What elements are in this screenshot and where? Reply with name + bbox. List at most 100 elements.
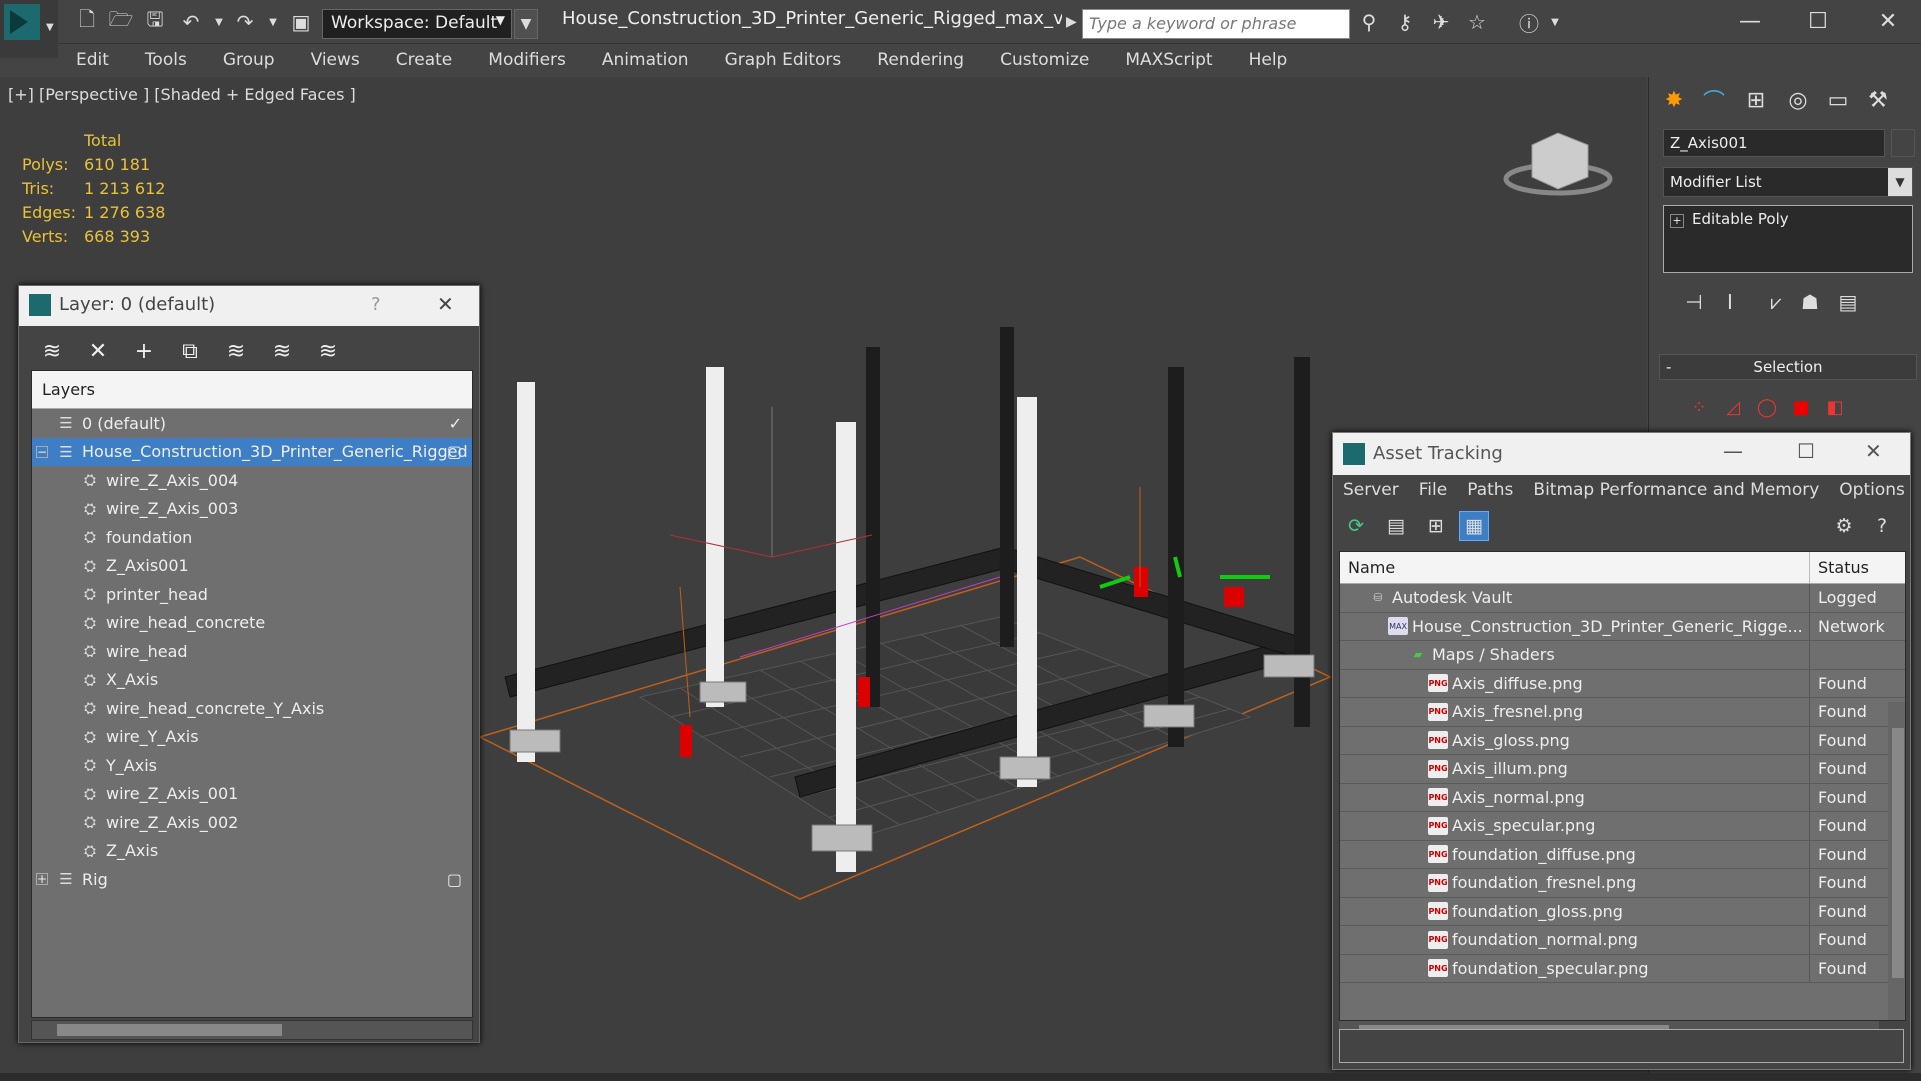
workspace-selector[interactable]: Workspace: Default ▼ (322, 9, 512, 39)
menu-maxscript[interactable]: MAXScript (1107, 50, 1230, 70)
utilities-tab-icon[interactable]: ⚒ (1861, 83, 1895, 117)
asset-row[interactable]: PNG Axis_normal.png Found (1340, 783, 1905, 812)
layer-row[interactable]: ⛭ X_Axis (32, 666, 472, 695)
selection-rollout-header[interactable]: - Selection (1659, 354, 1917, 380)
asset-row[interactable]: ⛁ Autodesk Vault Logged (1340, 584, 1905, 613)
redo-icon[interactable]: ↷ (230, 7, 260, 37)
asset-row[interactable]: PNG foundation_specular.png Found (1340, 954, 1905, 983)
tree-view-icon[interactable]: ⊞ (1421, 511, 1451, 541)
menu-customize[interactable]: Customize (982, 50, 1107, 70)
layer-row[interactable]: ⛭ wire_Z_Axis_004 (32, 466, 472, 495)
remove-modifier-icon[interactable]: ☗ (1795, 287, 1825, 317)
menu-animation[interactable]: Animation (584, 50, 707, 70)
close-button[interactable]: ✕ (1865, 439, 1882, 463)
modify-tab-icon[interactable]: ⌒ (1697, 83, 1731, 117)
asset-row[interactable]: PNG foundation_diffuse.png Found (1340, 840, 1905, 869)
set-current-layer-icon[interactable]: ▢ (447, 442, 462, 461)
select-layer-icon[interactable]: ≋ (221, 336, 251, 366)
open-file-icon[interactable]: 🗁 (106, 7, 136, 37)
menu-paths[interactable]: Paths (1457, 480, 1523, 500)
minimize-button[interactable]: — (1723, 439, 1743, 463)
asset-row[interactable]: PNG foundation_fresnel.png Found (1340, 869, 1905, 898)
app-logo-icon[interactable]: ▼ (0, 0, 58, 58)
asset-path-field[interactable] (1339, 1029, 1904, 1063)
undo-icon[interactable]: ↶ (176, 7, 206, 37)
save-icon[interactable]: 🖫 (140, 7, 170, 37)
menu-server[interactable]: Server (1333, 480, 1409, 500)
viewport-label[interactable]: [+] [Perspective ] [Shaded + Edged Faces… (8, 85, 356, 104)
modifier-stack[interactable]: + Editable Poly (1663, 205, 1913, 273)
border-mode-icon[interactable]: ◯ (1753, 393, 1781, 421)
asset-table[interactable]: Name Status ⛁ Autodesk Vault Logged MAX Hous… (1339, 551, 1906, 1021)
hierarchy-tab-icon[interactable]: ⊞ (1739, 83, 1773, 117)
new-file-icon[interactable]: 🗋 (72, 7, 102, 37)
expand-arrow-icon[interactable]: ▶ (1066, 14, 1077, 30)
current-layer-check-icon[interactable]: ✓ (449, 414, 462, 433)
set-current-layer-icon[interactable]: ▢ (447, 870, 462, 889)
layers-column-header[interactable]: Layers (32, 371, 472, 409)
edge-mode-icon[interactable]: ◿ (1719, 393, 1747, 421)
layer-row[interactable]: ⛭ Z_Axis (32, 837, 472, 866)
menu-create[interactable]: Create (378, 50, 471, 70)
asset-row[interactable]: PNG Axis_gloss.png Found (1340, 726, 1905, 755)
help-icon[interactable]: ? (1867, 511, 1897, 541)
menu-help[interactable]: Help (1231, 50, 1306, 70)
configure-sets-icon[interactable]: ▤ (1833, 287, 1863, 317)
asset-row[interactable]: PNG Axis_fresnel.png Found (1340, 698, 1905, 727)
layer-row[interactable]: ⛭ wire_Z_Axis_001 (32, 780, 472, 809)
show-end-result-icon[interactable]: Ⅰ (1715, 287, 1745, 317)
asset-row[interactable]: ▰ Maps / Shaders (1340, 641, 1905, 670)
asset-row[interactable]: PNG foundation_normal.png Found (1340, 926, 1905, 955)
favorites-star-icon[interactable]: ☆ (1462, 7, 1492, 37)
layer-row[interactable]: ⛭ wire_head_concrete_Y_Axis (32, 694, 472, 723)
status-column-header[interactable]: Status (1810, 558, 1869, 577)
close-button[interactable]: ✕ (1858, 4, 1918, 38)
name-column-header[interactable]: Name (1340, 552, 1810, 583)
asset-row[interactable]: PNG foundation_gloss.png Found (1340, 897, 1905, 926)
layer-row[interactable]: ⛭ wire_Y_Axis (32, 723, 472, 752)
vault-help-icon[interactable]: ⚙ (1829, 511, 1859, 541)
menu-file[interactable]: File (1409, 480, 1457, 500)
project-folder-icon[interactable]: ▣ (286, 7, 316, 37)
layer-row[interactable]: − ☰ House_Construction_3D_Printer_Generic_… (32, 437, 472, 466)
create-layer-icon[interactable]: ≋ (37, 336, 67, 366)
search-input[interactable]: Type a keyword or phrase (1082, 9, 1350, 39)
asset-window-titlebar[interactable]: Asset Tracking — ☐ ✕ (1333, 433, 1910, 475)
make-unique-icon[interactable]: ⩗ (1761, 287, 1791, 317)
refresh-icon[interactable]: ⟳ (1341, 511, 1371, 541)
vertical-scrollbar[interactable] (1888, 702, 1905, 1020)
close-button[interactable]: ✕ (437, 292, 454, 316)
create-tab-icon[interactable]: ✸ (1657, 83, 1691, 117)
scrollbar-thumb[interactable] (57, 1024, 282, 1036)
layer-row[interactable]: ☰ 0 (default) ✓ (32, 409, 472, 438)
object-color-swatch[interactable] (1891, 129, 1915, 157)
menu-views[interactable]: Views (293, 50, 378, 70)
workspace-menu-button[interactable]: ▼ (514, 9, 538, 39)
asset-row[interactable]: MAX House_Construction_3D_Printer_Generic… (1340, 612, 1905, 641)
asset-row[interactable]: PNG Axis_diffuse.png Found (1340, 669, 1905, 698)
horizontal-scrollbar[interactable] (31, 1020, 473, 1040)
menu-tools[interactable]: Tools (127, 50, 205, 70)
object-name-field[interactable]: Z_Axis001 (1663, 129, 1885, 157)
asset-row[interactable]: PNG Axis_illum.png Found (1340, 755, 1905, 784)
redo-dropdown-icon[interactable]: ▼ (258, 7, 288, 37)
modifier-list-dropdown[interactable]: Modifier List ▼ (1663, 167, 1913, 197)
minimize-button[interactable]: — (1720, 4, 1780, 38)
motion-tab-icon[interactable]: ◎ (1781, 83, 1815, 117)
list-view-icon[interactable]: ▤ (1381, 511, 1411, 541)
polygon-mode-icon[interactable]: ■ (1787, 393, 1815, 421)
layer-row[interactable]: ⛭ foundation (32, 523, 472, 552)
element-mode-icon[interactable]: ◧ (1821, 393, 1849, 421)
expand-icon[interactable]: + (1670, 214, 1684, 228)
layer-row[interactable]: ⛭ wire_Z_Axis_003 (32, 495, 472, 524)
key-icon[interactable]: ⚷ (1390, 7, 1420, 37)
pin-stack-icon[interactable]: ⊣ (1679, 287, 1709, 317)
layer-row[interactable]: ⛭ wire_Z_Axis_002 (32, 808, 472, 837)
vertex-mode-icon[interactable]: ⁘ (1685, 393, 1713, 421)
layer-tree[interactable]: Layers ☰ 0 (default) ✓ − ☰ House_Construction… (31, 370, 473, 1018)
maximize-button[interactable]: ☐ (1797, 439, 1815, 463)
menu-modifiers[interactable]: Modifiers (470, 50, 584, 70)
menu-options[interactable]: Options (1829, 480, 1915, 500)
highlight-layer-icon[interactable]: ≋ (267, 336, 297, 366)
asset-row[interactable]: PNG Axis_specular.png Found (1340, 812, 1905, 841)
